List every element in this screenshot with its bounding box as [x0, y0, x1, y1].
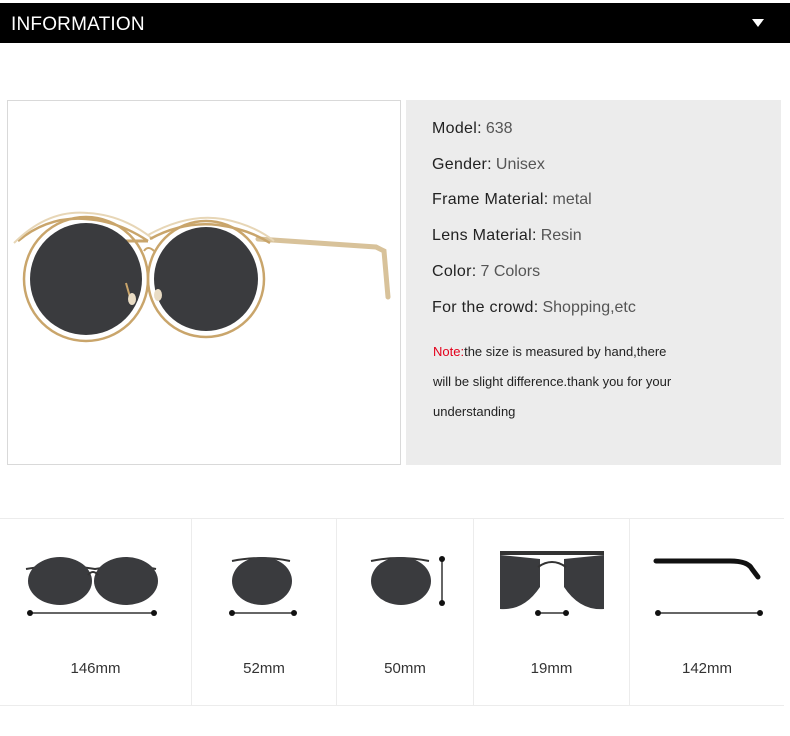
total-width-diagram-icon	[25, 557, 158, 616]
spec-key: For the crowd:	[432, 299, 539, 316]
spec-model: Model: 638	[432, 120, 513, 138]
size-diagram-strip: 146mm 52mm 50mm 19mm 142mm	[0, 518, 784, 706]
spec-value: metal	[552, 191, 592, 208]
spec-value: 638	[485, 120, 513, 137]
spec-key: Color:	[432, 263, 477, 280]
product-photo	[7, 100, 401, 465]
spec-key: Gender:	[432, 156, 492, 173]
spec-value: 7 Colors	[480, 263, 541, 280]
size-label: 50mm	[384, 660, 426, 677]
lens-width-diagram-icon	[229, 557, 297, 616]
sunglasses-image	[13, 211, 391, 343]
note-line-1: the size is measured by hand,there	[464, 344, 667, 359]
size-cell-total-width: 146mm	[0, 519, 192, 705]
size-cell-bridge-width: 19mm	[474, 519, 630, 705]
caret-down-icon[interactable]	[752, 19, 764, 27]
header-title: INFORMATION	[11, 14, 145, 35]
size-cell-temple-length: 142mm	[630, 519, 784, 705]
spec-lens-material: Lens Material: Resin	[432, 227, 582, 245]
size-label: 52mm	[243, 660, 285, 677]
temple-length-diagram-icon	[653, 558, 763, 616]
spec-key: Lens Material:	[432, 227, 537, 244]
spec-frame-material: Frame Material: metal	[432, 191, 592, 209]
spec-panel: Model: 638 Gender: Unisex Frame Material: m…	[406, 100, 781, 465]
bridge-width-diagram-icon	[500, 551, 604, 616]
size-label: 19mm	[530, 660, 573, 677]
spec-key: Model:	[432, 120, 482, 137]
note-label: Note:	[433, 344, 465, 359]
lens-height-diagram-icon	[370, 556, 445, 606]
note-line-2: will be slight difference.thank you for …	[433, 374, 672, 389]
spec-crowd: For the crowd: Shopping,etc	[432, 299, 636, 317]
information-header[interactable]: INFORMATION	[0, 3, 790, 43]
note-line-3: understanding	[433, 404, 516, 419]
size-label: 142mm	[681, 660, 733, 677]
size-cell-lens-height: 50mm	[337, 519, 474, 705]
spec-key: Frame Material:	[432, 191, 549, 208]
measurement-note: Note:the size is measured by hand,there …	[433, 337, 763, 427]
spec-value: Shopping,etc	[542, 299, 636, 316]
spec-gender: Gender: Unisex	[432, 156, 545, 174]
spec-value: Resin	[540, 227, 582, 244]
size-label: 146mm	[70, 660, 121, 677]
size-cell-lens-width: 52mm	[192, 519, 337, 705]
spec-color: Color: 7 Colors	[432, 263, 540, 281]
spec-value: Unisex	[495, 156, 545, 173]
